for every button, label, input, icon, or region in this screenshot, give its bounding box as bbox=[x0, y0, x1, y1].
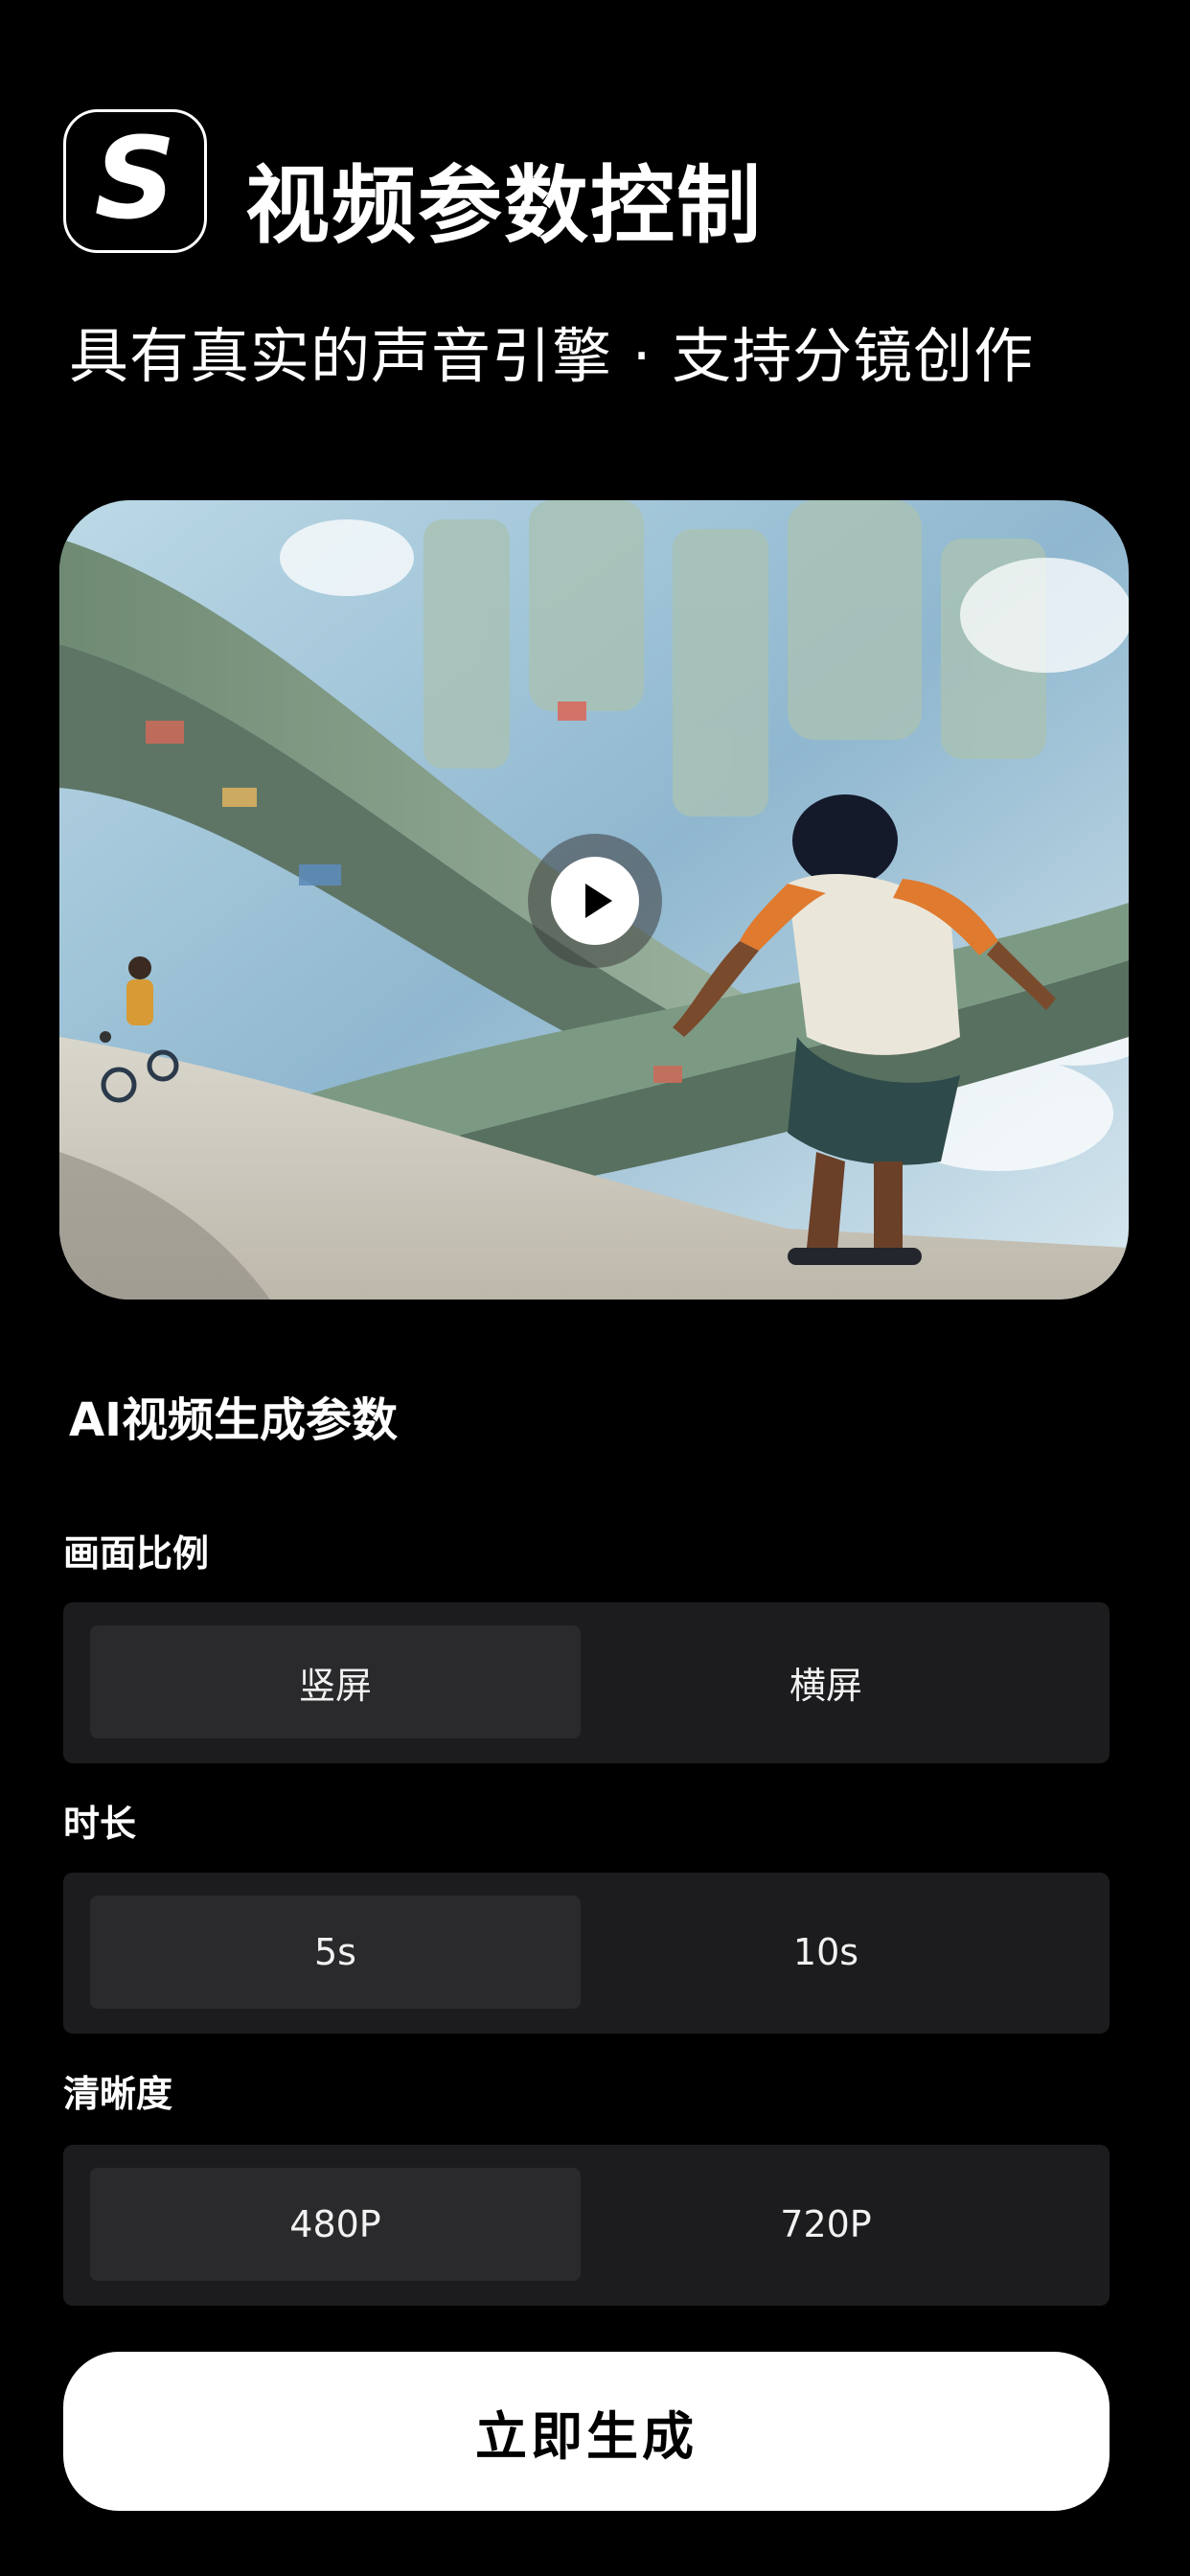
aspect-selector: 竖屏 横屏 bbox=[63, 1602, 1110, 1763]
logo-letter: S bbox=[94, 112, 176, 244]
resolution-selector: 480P 720P bbox=[63, 2145, 1110, 2306]
resolution-option-480p[interactable]: 480P bbox=[90, 2168, 581, 2281]
page-subtitle: 具有真实的声音引擎 · 支持分镜创作 bbox=[69, 321, 1035, 391]
page-title: 视频参数控制 bbox=[245, 156, 764, 255]
video-preview[interactable] bbox=[59, 500, 1129, 1300]
app-logo: S bbox=[63, 109, 207, 253]
resolution-option-720p[interactable]: 720P bbox=[581, 2168, 1071, 2281]
play-button[interactable] bbox=[528, 834, 662, 968]
resolution-label: 清晰度 bbox=[63, 2073, 173, 2115]
duration-label: 时长 bbox=[63, 1803, 137, 1845]
duration-option-5s[interactable]: 5s bbox=[90, 1896, 581, 2009]
aspect-option-landscape[interactable]: 横屏 bbox=[581, 1625, 1071, 1738]
aspect-label: 画面比例 bbox=[63, 1532, 210, 1575]
params-section-title: AI视频生成参数 bbox=[69, 1393, 399, 1447]
duration-selector: 5s 10s bbox=[63, 1873, 1110, 2034]
play-icon bbox=[551, 857, 639, 945]
aspect-option-portrait[interactable]: 竖屏 bbox=[90, 1625, 581, 1738]
generate-button[interactable]: 立即生成 bbox=[63, 2352, 1110, 2511]
duration-option-10s[interactable]: 10s bbox=[581, 1896, 1071, 2009]
